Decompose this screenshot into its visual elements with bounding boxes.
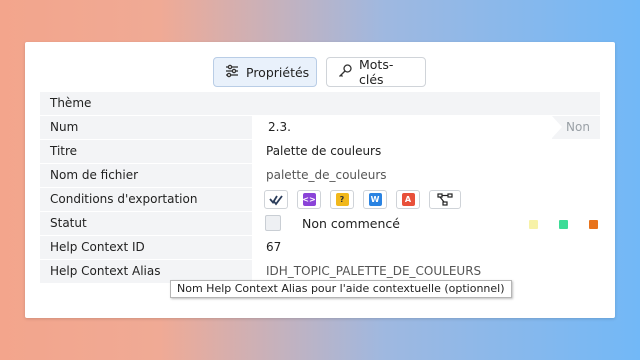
row-help-id: Help Context ID 67 (40, 236, 600, 260)
row-theme: Thème (40, 92, 600, 116)
title-label: Titre (40, 140, 252, 163)
properties-panel: Propriétés Mots-clés Thème Num 2.3. Non (25, 42, 615, 318)
word-icon[interactable]: W (363, 190, 387, 209)
help-icon[interactable]: ? (330, 190, 354, 209)
filename-field[interactable]: palette_de_couleurs (254, 164, 600, 187)
status-label: Statut (40, 212, 252, 235)
pdf-icon[interactable]: A (396, 190, 420, 209)
tab-properties[interactable]: Propriétés (213, 57, 317, 87)
export-label: Conditions d'exportation (40, 188, 252, 211)
num-suffix: Non (566, 120, 590, 134)
help-id-label: Help Context ID (40, 236, 252, 259)
row-status: Statut Non commencé (40, 212, 600, 236)
code-icon[interactable]: <> (297, 190, 321, 209)
filename-label: Nom de fichier (40, 164, 252, 187)
sliders-icon (224, 63, 240, 82)
key-icon (337, 63, 353, 82)
tab-keywords-label: Mots-clés (359, 57, 394, 87)
status-checkbox[interactable] (265, 215, 281, 231)
tab-keywords[interactable]: Mots-clés (326, 57, 426, 87)
status-value[interactable]: Non commencé (302, 212, 400, 235)
num-field[interactable]: 2.3. (254, 116, 552, 139)
theme-label: Thème (40, 92, 600, 115)
status-yellow-swatch[interactable] (529, 220, 538, 229)
help-id-field[interactable]: 67 (254, 236, 600, 259)
checkmark-icon[interactable] (264, 190, 288, 209)
row-export: Conditions d'exportation <> ? W A (40, 188, 600, 212)
num-arrow (552, 116, 562, 138)
status-orange-swatch[interactable] (589, 220, 598, 229)
tab-bar: Propriétés Mots-clés (25, 57, 615, 87)
row-title: Titre Palette de couleurs (40, 140, 600, 164)
tooltip: Nom Help Context Alias pour l'aide conte… (170, 280, 512, 298)
row-filename: Nom de fichier palette_de_couleurs (40, 164, 600, 188)
export-conditions: <> ? W A (264, 190, 461, 209)
tab-properties-label: Propriétés (246, 64, 310, 80)
num-label: Num (40, 116, 252, 139)
row-num: Num 2.3. Non (40, 116, 600, 140)
status-green-swatch[interactable] (559, 220, 568, 229)
workflow-icon[interactable] (429, 190, 461, 209)
properties-grid: Thème Num 2.3. Non Titre Palette de coul… (40, 92, 600, 284)
title-field[interactable]: Palette de couleurs (254, 140, 600, 163)
